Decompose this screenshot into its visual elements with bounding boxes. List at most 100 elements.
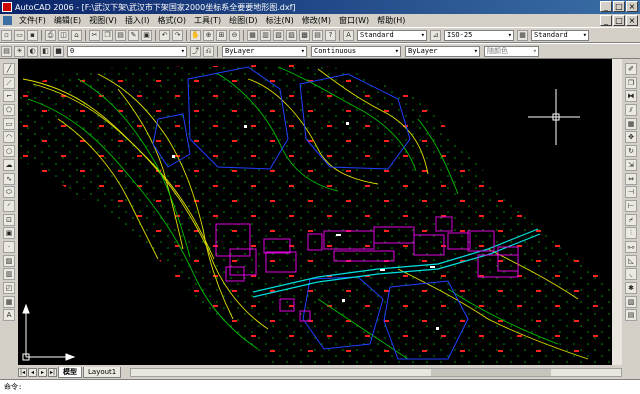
text-style-select[interactable]: Standard xyxy=(357,29,427,41)
paste-icon[interactable]: ▤ xyxy=(115,29,126,41)
extend-icon[interactable]: ⊢ xyxy=(625,199,637,212)
break-at-point-icon[interactable]: ⌿ xyxy=(625,213,637,226)
break-icon[interactable]: ⫶ xyxy=(625,227,637,240)
block-editor-icon[interactable]: ▣ xyxy=(141,29,152,41)
hatch-icon[interactable]: ▨ xyxy=(3,254,15,267)
menu-dimension[interactable]: 标注(N) xyxy=(262,15,298,26)
open-file-icon[interactable]: ▭ xyxy=(14,29,25,41)
maximize-button[interactable]: □ xyxy=(613,1,625,12)
zoom-previous-icon[interactable]: ⊖ xyxy=(229,29,240,41)
tool-palettes-icon[interactable]: ▧ xyxy=(273,29,284,41)
doc-close-button[interactable]: × xyxy=(626,15,638,26)
join-icon[interactable]: ⧟ xyxy=(625,240,637,253)
new-file-icon[interactable]: ▫ xyxy=(1,29,12,41)
arc-icon[interactable]: ◠ xyxy=(3,131,15,144)
make-object-layer-current-icon[interactable]: ⤴ xyxy=(190,45,201,57)
menu-draw[interactable]: 绘图(D) xyxy=(225,15,261,26)
first-tab-icon[interactable]: |◂ xyxy=(18,367,27,377)
tab-model[interactable]: 模型 xyxy=(58,366,82,378)
layer-manager-icon[interactable]: ▤ xyxy=(1,45,12,57)
plot-icon[interactable]: ⎙ xyxy=(45,29,56,41)
markup-icon[interactable]: ▩ xyxy=(299,29,310,41)
point-icon[interactable]: · xyxy=(3,240,15,253)
zoom-window-icon[interactable]: ⊞ xyxy=(216,29,227,41)
trim-icon[interactable]: ⊣ xyxy=(625,186,637,199)
horizontal-scrollbar[interactable] xyxy=(130,367,622,377)
menu-file[interactable]: 文件(F) xyxy=(15,15,50,26)
cut-icon[interactable]: ✂ xyxy=(89,29,100,41)
linetype-select[interactable]: Continuous xyxy=(311,45,401,57)
save-icon[interactable]: ▪ xyxy=(27,29,38,41)
array-icon[interactable]: ▦ xyxy=(625,117,637,130)
region-icon[interactable]: ◰ xyxy=(3,282,15,294)
menu-modify[interactable]: 修改(M) xyxy=(298,15,335,26)
tab-layout1[interactable]: Layout1 xyxy=(83,366,122,378)
construction-line-icon[interactable]: ⟋ xyxy=(3,76,15,89)
prev-tab-icon[interactable]: ◂ xyxy=(28,367,37,377)
zoom-realtime-icon[interactable]: ⊕ xyxy=(203,29,214,41)
close-button[interactable]: × xyxy=(626,1,638,12)
table-icon[interactable]: ▦ xyxy=(3,295,15,308)
spline-icon[interactable]: ∿ xyxy=(3,172,15,185)
chamfer-icon[interactable]: ◺ xyxy=(625,254,637,267)
stretch-icon[interactable]: ⇔ xyxy=(625,172,637,185)
undo-icon[interactable]: ↶ xyxy=(159,29,170,41)
move-icon[interactable]: ✥ xyxy=(625,131,637,144)
sheet-set-icon[interactable]: ▨ xyxy=(286,29,297,41)
copy-object-icon[interactable]: ❐ xyxy=(625,76,637,89)
offset-icon[interactable]: ⫽ xyxy=(625,104,637,117)
command-line[interactable]: 命令: xyxy=(0,379,640,394)
line-icon[interactable]: ╱ xyxy=(3,63,15,75)
circle-icon[interactable]: ○ xyxy=(3,145,15,158)
properties-panel-icon[interactable]: ▤ xyxy=(625,309,637,322)
drawing-canvas[interactable] xyxy=(18,59,622,365)
design-center-icon[interactable]: ▥ xyxy=(260,29,271,41)
make-block-icon[interactable]: ▣ xyxy=(3,227,15,240)
draworder-icon[interactable]: ▧ xyxy=(625,295,637,308)
vertical-scrollbar[interactable] xyxy=(612,59,622,365)
menu-insert[interactable]: 插入(I) xyxy=(121,15,154,26)
mirror-icon[interactable]: ⧓ xyxy=(625,90,637,103)
ellipse-icon[interactable]: ⬭ xyxy=(3,186,15,199)
polygon-icon[interactable]: ⬠ xyxy=(3,104,15,117)
minimize-button[interactable]: _ xyxy=(600,1,612,12)
properties-icon[interactable]: ▦ xyxy=(247,29,258,41)
explode-icon[interactable]: ✱ xyxy=(625,282,637,294)
scroll-thumb[interactable] xyxy=(431,368,552,376)
plotstyle-select[interactable]: 随颜色 xyxy=(484,45,539,57)
doc-restore-button[interactable]: □ xyxy=(613,15,625,26)
multiline-text-icon[interactable]: A xyxy=(3,309,15,322)
match-properties-icon[interactable]: ✎ xyxy=(128,29,139,41)
doc-minimize-button[interactable]: _ xyxy=(600,15,612,26)
menu-format[interactable]: 格式(O) xyxy=(153,15,190,26)
help-icon[interactable]: ? xyxy=(325,29,336,41)
last-tab-icon[interactable]: ▸| xyxy=(48,367,57,377)
color-select[interactable]: ByLayer xyxy=(222,45,307,57)
revision-cloud-icon[interactable]: ☁ xyxy=(3,158,15,171)
scale-icon[interactable]: ⇲ xyxy=(625,158,637,171)
erase-icon[interactable]: ✐ xyxy=(625,63,637,75)
menu-tools[interactable]: 工具(T) xyxy=(190,15,225,26)
menu-view[interactable]: 视图(V) xyxy=(85,15,121,26)
publish-icon[interactable]: ⌂ xyxy=(71,29,82,41)
insert-block-icon[interactable]: ⊡ xyxy=(3,213,15,226)
pan-icon[interactable]: ✋ xyxy=(190,29,201,41)
next-tab-icon[interactable]: ▸ xyxy=(38,367,47,377)
table-style-select[interactable]: Standard xyxy=(531,29,589,41)
autocad-app-icon[interactable] xyxy=(2,2,12,12)
menu-edit[interactable]: 编辑(E) xyxy=(50,15,85,26)
polyline-icon[interactable]: ⌐ xyxy=(3,90,15,103)
lineweight-select[interactable]: ByLayer xyxy=(405,45,480,57)
ellipse-arc-icon[interactable]: ◜ xyxy=(3,199,15,212)
dim-style-select[interactable]: ISO-25 xyxy=(444,29,514,41)
layer-previous-icon[interactable]: ⎌ xyxy=(203,45,214,57)
redo-icon[interactable]: ↷ xyxy=(172,29,183,41)
rotate-icon[interactable]: ↻ xyxy=(625,145,637,158)
menu-window[interactable]: 窗口(W) xyxy=(335,15,373,26)
drawing-doc-icon[interactable] xyxy=(3,16,12,25)
rectangle-icon[interactable]: ▭ xyxy=(3,117,15,130)
copy-icon[interactable]: ❐ xyxy=(102,29,113,41)
layer-select[interactable]: 0 xyxy=(67,45,187,57)
menu-help[interactable]: 帮助(H) xyxy=(373,15,409,26)
fillet-icon[interactable]: ◟ xyxy=(625,268,637,281)
